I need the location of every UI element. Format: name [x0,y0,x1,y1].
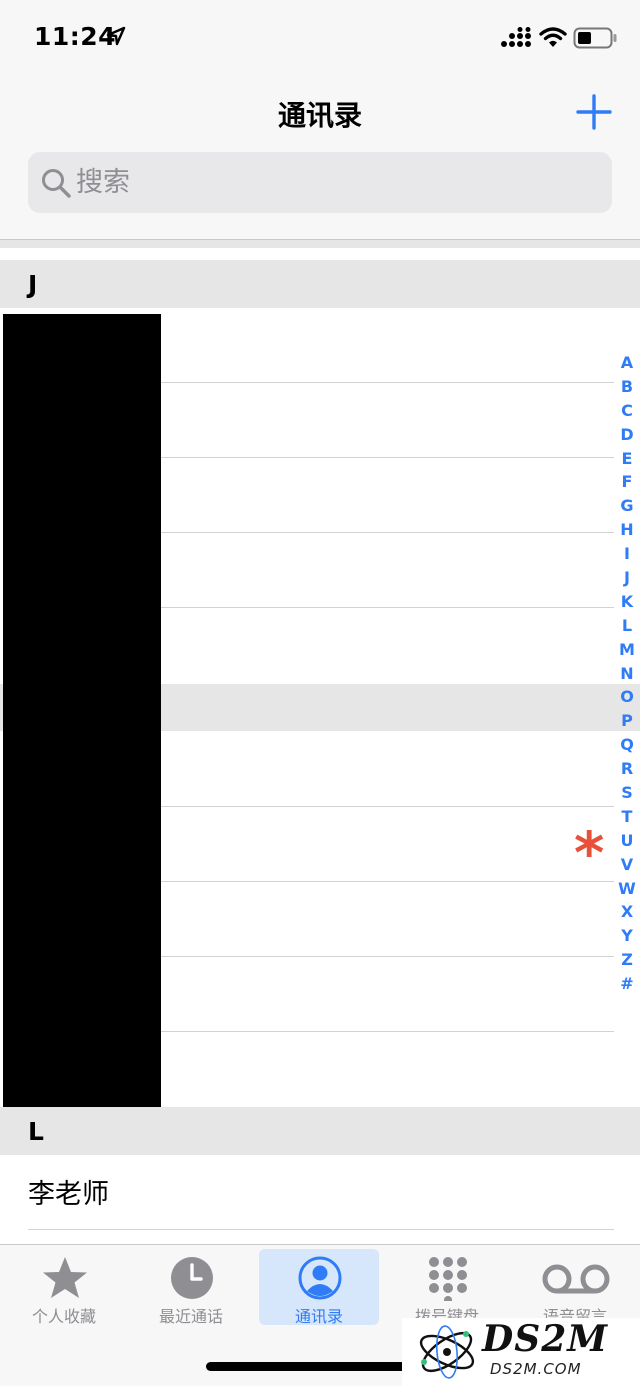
tab-recents[interactable]: 最近通话 [131,1249,251,1326]
search-icon [42,169,71,198]
index-letter[interactable]: I [614,542,640,566]
navigation-bar: 通讯录 [0,80,640,240]
index-letter[interactable]: T [614,805,640,829]
tab-favorites[interactable]: 个人收藏 [4,1249,124,1326]
index-letter[interactable]: S [614,781,640,805]
index-letter[interactable]: O [614,685,640,709]
tab-label: 通讯录 [294,1307,343,1326]
watermark-subtext: DS2M.COM [490,1360,582,1378]
search-bar[interactable] [28,152,612,213]
row-separator [28,1229,614,1230]
tab-voicemail[interactable]: 语音留言 [515,1249,635,1326]
annotation-asterisk: * [574,819,605,887]
index-letter[interactable]: D [614,423,640,447]
location-arrow-icon [106,26,126,46]
add-contact-plus-icon[interactable] [576,94,612,130]
index-letter[interactable]: W [614,877,640,901]
contact-list[interactable]: H J L 李老师 [0,240,640,1244]
row-separator [161,806,614,807]
tab-keypad[interactable]: 拨号键盘 [387,1249,507,1326]
row-separator [161,1031,614,1032]
search-input[interactable] [76,152,596,213]
status-time: 11:24 [34,22,117,51]
index-letter[interactable]: E [614,447,640,471]
section-header-l: L [0,1107,640,1155]
index-letter[interactable]: F [614,470,640,494]
index-letter[interactable]: G [614,494,640,518]
index-letter[interactable]: Y [614,924,640,948]
row-separator [161,532,614,533]
person-circle-icon [298,1256,342,1300]
index-letter[interactable]: M [614,638,640,662]
tab-label: 个人收藏 [31,1307,96,1326]
index-letter[interactable]: H [614,518,640,542]
index-letter[interactable]: Z [614,948,640,972]
redacted-contact-names [3,314,161,1113]
section-header-j: J [0,260,640,308]
section-letter: J [28,270,38,299]
home-indicator [206,1362,434,1371]
wifi-icon [539,27,567,47]
section-header-h: H [0,240,640,248]
index-letter[interactable]: U [614,829,640,853]
page-title: 通讯录 [277,99,362,132]
index-letter[interactable]: V [614,853,640,877]
index-letter[interactable]: C [614,399,640,423]
row-separator [161,956,614,957]
keypad-icon [429,1257,467,1301]
cellular-signal-icon [501,27,531,47]
index-letter[interactable]: X [614,900,640,924]
index-letter[interactable]: Q [614,733,640,757]
row-separator [161,457,614,458]
tab-contacts[interactable]: 通讯录 [259,1249,379,1326]
index-letter[interactable]: R [614,757,640,781]
star-icon [43,1257,87,1298]
contact-row[interactable]: 李老师 [0,1155,640,1229]
tab-label: 最近通话 [158,1307,223,1326]
section-index[interactable]: A B C D E F G H I J K L M N O P Q R S T … [614,351,640,996]
index-letter[interactable]: A [614,351,640,375]
watermark: DS2M DS2M.COM [402,1318,640,1386]
contact-name: 李老师 [28,1179,109,1210]
index-letter[interactable]: B [614,375,640,399]
row-separator [161,607,614,608]
battery-icon [573,27,617,49]
status-bar: 11:24 [0,0,640,80]
index-letter[interactable]: N [614,662,640,686]
index-letter[interactable]: # [614,972,640,996]
index-letter[interactable]: L [614,614,640,638]
section-letter: L [28,1117,44,1146]
clock-icon [171,1257,213,1299]
atom-logo-icon [419,1325,475,1379]
watermark-text: DS2M [482,1318,609,1360]
row-separator [161,881,614,882]
row-separator [161,382,614,383]
voicemail-icon [542,1264,610,1294]
index-letter[interactable]: P [614,709,640,733]
index-letter[interactable]: K [614,590,640,614]
index-letter[interactable]: J [614,566,640,590]
